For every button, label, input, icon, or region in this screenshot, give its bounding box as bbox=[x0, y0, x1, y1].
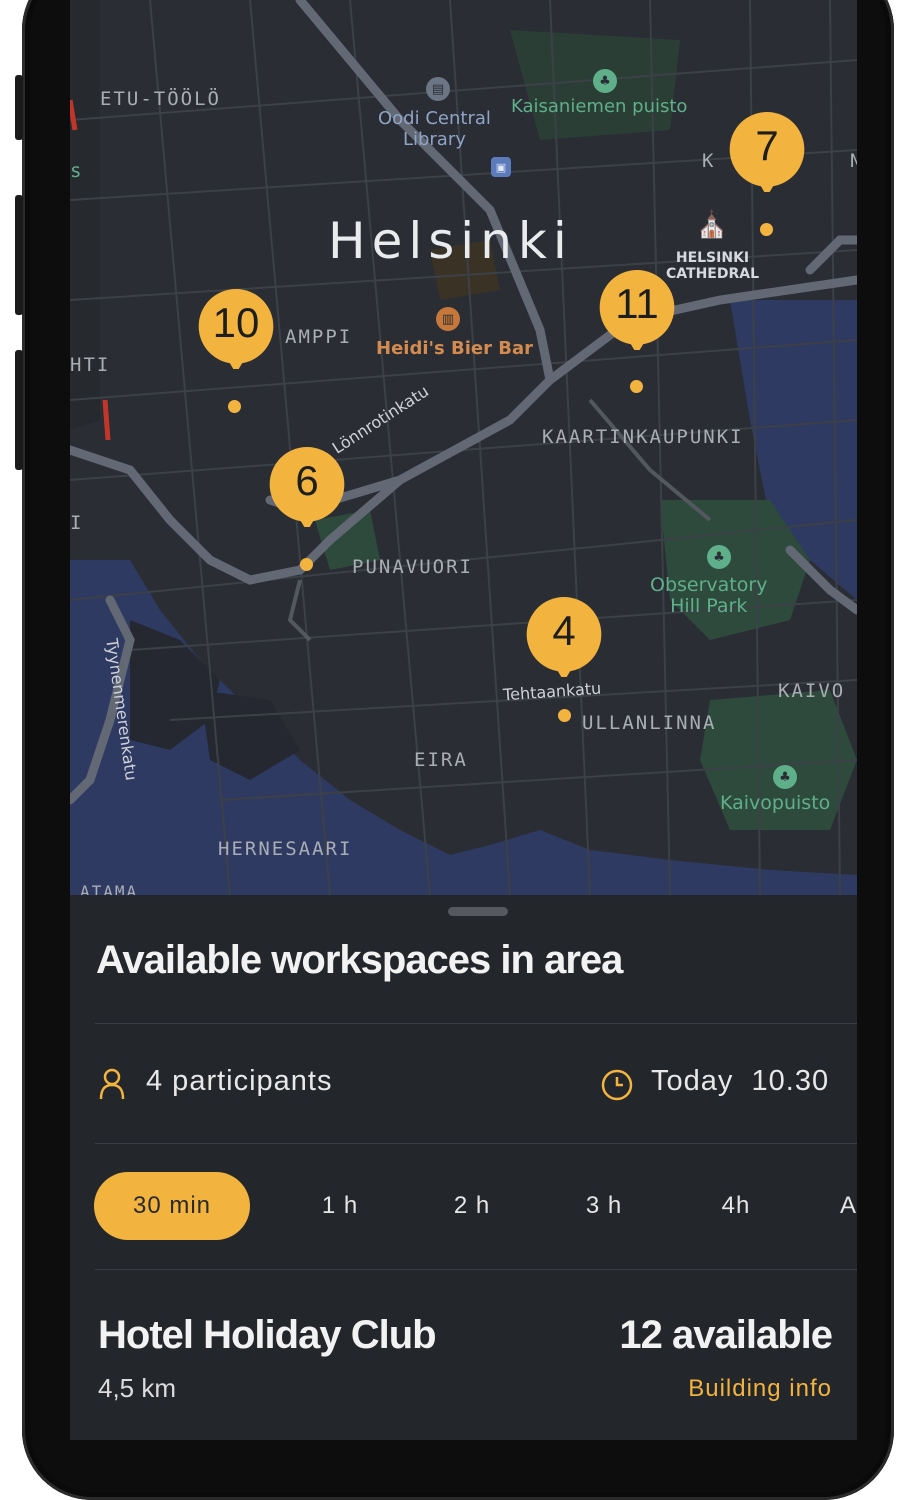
phone-screen: ETU-TÖÖLÖ AMPPI KAARTINKAUPUNKI PUNAVUOR… bbox=[70, 0, 857, 1440]
district-label: ULLANLINNA bbox=[582, 712, 717, 734]
marker-number: 11 bbox=[615, 280, 659, 327]
poi-kaivopuisto-label[interactable]: Kaivopuisto bbox=[720, 793, 830, 814]
bottom-sheet: Available workspaces in area 4 participa… bbox=[70, 895, 857, 1440]
divider bbox=[95, 1023, 857, 1024]
district-label: PUNAVUORI bbox=[352, 556, 473, 578]
workspace-marker[interactable]: 4 bbox=[519, 597, 609, 687]
district-label-partial: s bbox=[70, 160, 84, 182]
tree-icon[interactable]: ♣ bbox=[773, 765, 797, 789]
participants-selector[interactable]: 4 participants bbox=[146, 1065, 333, 1098]
map-view[interactable]: ETU-TÖÖLÖ AMPPI KAARTINKAUPUNKI PUNAVUOR… bbox=[70, 0, 857, 895]
district-label-partial: HTI bbox=[70, 354, 111, 376]
marker-number: 10 bbox=[212, 299, 260, 346]
sheet-title: Available workspaces in area bbox=[96, 938, 623, 982]
marker-number: 4 bbox=[552, 607, 576, 654]
bar-icon[interactable]: ▥ bbox=[436, 307, 460, 331]
workspace-marker[interactable]: 7 bbox=[722, 112, 812, 202]
duration-chip-1h[interactable]: 1 h bbox=[310, 1172, 370, 1240]
poi-park-label[interactable]: Kaisaniemen puisto bbox=[511, 96, 687, 117]
duration-chip-3h[interactable]: 3 h bbox=[574, 1172, 634, 1240]
venue-distance: 4,5 km bbox=[98, 1373, 177, 1403]
sheet-drag-handle[interactable] bbox=[448, 907, 508, 916]
marker-number: 7 bbox=[755, 122, 779, 169]
workspace-marker[interactable]: 6 bbox=[262, 447, 352, 537]
marker-location-dot bbox=[300, 558, 313, 571]
marker-location-dot bbox=[228, 400, 241, 413]
time-selector[interactable]: Today 10.30 bbox=[651, 1065, 829, 1098]
phone-side-button bbox=[15, 350, 23, 470]
marker-location-dot bbox=[558, 709, 571, 722]
venue-name[interactable]: Hotel Holiday Club bbox=[98, 1313, 437, 1358]
cathedral-icon[interactable]: ⛪ bbox=[690, 205, 734, 245]
district-label: HERNESAARI bbox=[218, 838, 353, 860]
phone-side-button bbox=[15, 75, 23, 140]
district-label: EIRA bbox=[414, 749, 468, 771]
duration-chip-4h[interactable]: 4h bbox=[706, 1172, 766, 1240]
divider bbox=[95, 1269, 857, 1270]
poi-library-label[interactable]: Oodi Central Library bbox=[378, 108, 491, 150]
divider bbox=[95, 1143, 857, 1144]
phone-side-button bbox=[15, 195, 23, 315]
tree-icon[interactable]: ♣ bbox=[707, 545, 731, 569]
poi-bar-label[interactable]: Heidi's Bier Bar bbox=[376, 338, 533, 359]
district-label-partial: I bbox=[70, 512, 84, 534]
poi-observatory-label[interactable]: Observatory Hill Park bbox=[650, 575, 767, 617]
clock-icon bbox=[601, 1069, 633, 1101]
workspace-marker[interactable]: 11 bbox=[592, 270, 682, 360]
venue-availability: 12 available bbox=[619, 1313, 833, 1357]
workspace-marker[interactable]: 10 bbox=[191, 289, 281, 379]
marker-location-dot bbox=[760, 223, 773, 236]
library-icon[interactable]: ▤ bbox=[426, 77, 450, 101]
duration-chip-2h[interactable]: 2 h bbox=[442, 1172, 502, 1240]
district-label: AMPPI bbox=[285, 326, 353, 348]
tree-icon[interactable]: ♣ bbox=[593, 69, 617, 93]
person-icon bbox=[99, 1068, 125, 1100]
district-label: KAIVO bbox=[778, 680, 846, 702]
district-label: ETU-TÖÖLÖ bbox=[100, 88, 221, 110]
duration-chip-30min[interactable]: 30 min bbox=[94, 1172, 250, 1240]
train-station-icon[interactable]: ▣ bbox=[491, 157, 511, 177]
marker-location-dot bbox=[630, 380, 643, 393]
duration-chip-all[interactable]: A bbox=[840, 1172, 857, 1240]
city-label: Helsinki bbox=[328, 212, 573, 270]
marker-number: 6 bbox=[295, 457, 319, 504]
building-info-link[interactable]: Building info bbox=[688, 1375, 832, 1403]
district-label: KAARTINKAUPUNKI bbox=[542, 426, 744, 448]
district-label-partial: ATAMA bbox=[80, 882, 139, 895]
